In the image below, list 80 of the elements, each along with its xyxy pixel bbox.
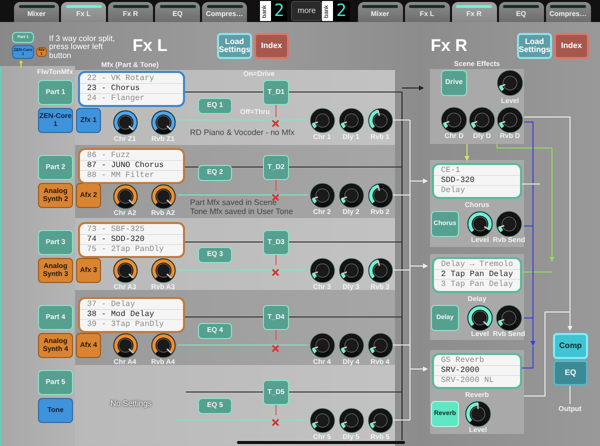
index-button[interactable]: Index bbox=[254, 33, 289, 59]
connector-arrow bbox=[410, 264, 428, 268]
effect-list-item[interactable]: SDD-320 bbox=[434, 176, 520, 186]
empty-text: No Settings bbox=[109, 400, 153, 408]
knob-dial[interactable] bbox=[112, 258, 138, 282]
index-button[interactable]: Index bbox=[554, 33, 589, 59]
effect-list-item[interactable]: 23 - Chorus bbox=[80, 84, 183, 94]
knob-dial[interactable] bbox=[150, 184, 176, 208]
knob-dial[interactable] bbox=[150, 332, 176, 358]
knob-dial[interactable] bbox=[310, 108, 334, 132]
effect-list-item[interactable]: SRV-2000 bbox=[434, 366, 520, 376]
effect-list-item[interactable]: 2 Tap Pan Delay bbox=[434, 270, 520, 280]
effect-list-item[interactable]: 37 - Delay bbox=[80, 300, 183, 310]
effect-list-item[interactable]: CE-1 bbox=[434, 166, 520, 176]
effect-list[interactable]: CE-1 SDD-320 Delay bbox=[432, 163, 522, 199]
knob-dial[interactable] bbox=[310, 408, 334, 432]
effect-list-item[interactable]: 86 - Fuzz bbox=[80, 151, 183, 161]
knob-dial[interactable] bbox=[112, 110, 138, 134]
effect-list-item[interactable]: 38 - Mod Delay bbox=[80, 310, 183, 320]
knob-dial[interactable] bbox=[368, 332, 392, 358]
knob-dial[interactable] bbox=[465, 401, 491, 427]
knob-dial[interactable] bbox=[338, 108, 364, 132]
effect-list-item[interactable]: 22 - VK Rotary bbox=[80, 74, 183, 84]
knob-dial[interactable] bbox=[368, 258, 392, 282]
knob-dial[interactable] bbox=[338, 182, 364, 208]
knob-dial[interactable] bbox=[310, 182, 334, 208]
knob-dial[interactable] bbox=[496, 305, 522, 331]
effect-list-item[interactable]: 39 - 3Tap PanDly bbox=[80, 320, 183, 330]
arrow-up-icon bbox=[19, 60, 23, 68]
effect-list[interactable]: 73 - SBF-325 74 - SDD-320 75 - 2Tap PanDly bbox=[78, 222, 185, 258]
effect-list-item[interactable]: 88 - MM Filter bbox=[80, 171, 183, 181]
effect-list-item[interactable]: 3 Tap Pan Delay bbox=[434, 280, 520, 290]
knob-dial[interactable] bbox=[496, 211, 522, 237]
knob-dial[interactable] bbox=[338, 408, 364, 432]
knob-dial[interactable] bbox=[497, 107, 523, 133]
load-settings-button[interactable]: Load Settings bbox=[517, 33, 552, 59]
more-button[interactable]: more bbox=[291, 1, 322, 21]
effect-list[interactable]: 86 - Fuzz 87 - JUNO Chorus 88 - MM Filter bbox=[78, 148, 185, 184]
effect-list[interactable]: GS Reverb SRV-2000 SRV-2000 NL bbox=[432, 353, 522, 389]
load-settings-button[interactable]: Load Settings bbox=[217, 33, 252, 59]
effect-list-item[interactable]: 74 - SDD-320 bbox=[80, 235, 183, 245]
effect-list-item[interactable]: SRV-2000 NL bbox=[434, 376, 520, 386]
instruction-text: If 3 way color split, press lower left button bbox=[49, 35, 116, 60]
page-title: Fx R bbox=[430, 37, 468, 54]
knob-dial[interactable] bbox=[467, 305, 493, 331]
connector-arrow bbox=[410, 366, 428, 372]
effect-list-item[interactable]: 75 - 2Tap PanDly bbox=[80, 245, 183, 255]
knob-dial[interactable] bbox=[150, 110, 176, 134]
eq-button[interactable]: EQ bbox=[553, 360, 588, 386]
effect-list-item[interactable]: 24 - Flanger bbox=[80, 94, 183, 104]
knob-dial[interactable] bbox=[310, 258, 334, 282]
connector-arrow bbox=[464, 144, 470, 161]
connector-arrow bbox=[410, 178, 428, 184]
effect-list-item[interactable]: GS Reverb bbox=[434, 356, 520, 366]
knob-dial[interactable] bbox=[467, 211, 493, 237]
comp-button[interactable]: Comp bbox=[553, 333, 588, 359]
info-text: RD Piano & Vocoder - no Mfx bbox=[190, 129, 294, 138]
knob-dial[interactable] bbox=[497, 70, 523, 96]
effect-list-item[interactable]: 87 - JUNO Chorus bbox=[80, 161, 183, 171]
effect-list-item[interactable]: Delay bbox=[434, 186, 520, 196]
effect-list[interactable]: Delay → Tremolo 2 Tap Pan Delay 3 Tap Pan Delay bbox=[432, 257, 522, 293]
effect-list-item[interactable]: Delay → Tremolo bbox=[434, 260, 520, 270]
knob-dial[interactable] bbox=[368, 408, 392, 432]
knob-dial[interactable] bbox=[338, 258, 364, 282]
knob-dial[interactable] bbox=[310, 332, 334, 358]
knob-dial[interactable] bbox=[112, 332, 138, 358]
effect-list[interactable]: 37 - Delay 38 - Mod Delay 39 - 3Tap PanDly bbox=[78, 297, 185, 333]
knob-dial[interactable] bbox=[112, 184, 138, 208]
knob-dial[interactable] bbox=[368, 108, 392, 132]
knob-dial[interactable] bbox=[441, 107, 467, 133]
knob-dial[interactable] bbox=[150, 258, 176, 282]
effect-list[interactable]: 22 - VK Rotary 23 - Chorus 24 - Flanger bbox=[78, 71, 185, 107]
knob-dial[interactable] bbox=[338, 332, 364, 358]
knob-dial[interactable] bbox=[368, 182, 392, 208]
page-title: Fx L bbox=[132, 37, 168, 54]
effect-list-item[interactable]: 73 - SBF-325 bbox=[80, 225, 183, 235]
knob-dial[interactable] bbox=[469, 107, 495, 133]
connector-arrow bbox=[402, 86, 424, 90]
info-text: Tone Mfx saved in User Tone bbox=[190, 208, 294, 216]
info-text: Part Mfx saved in Scene bbox=[190, 199, 277, 208]
